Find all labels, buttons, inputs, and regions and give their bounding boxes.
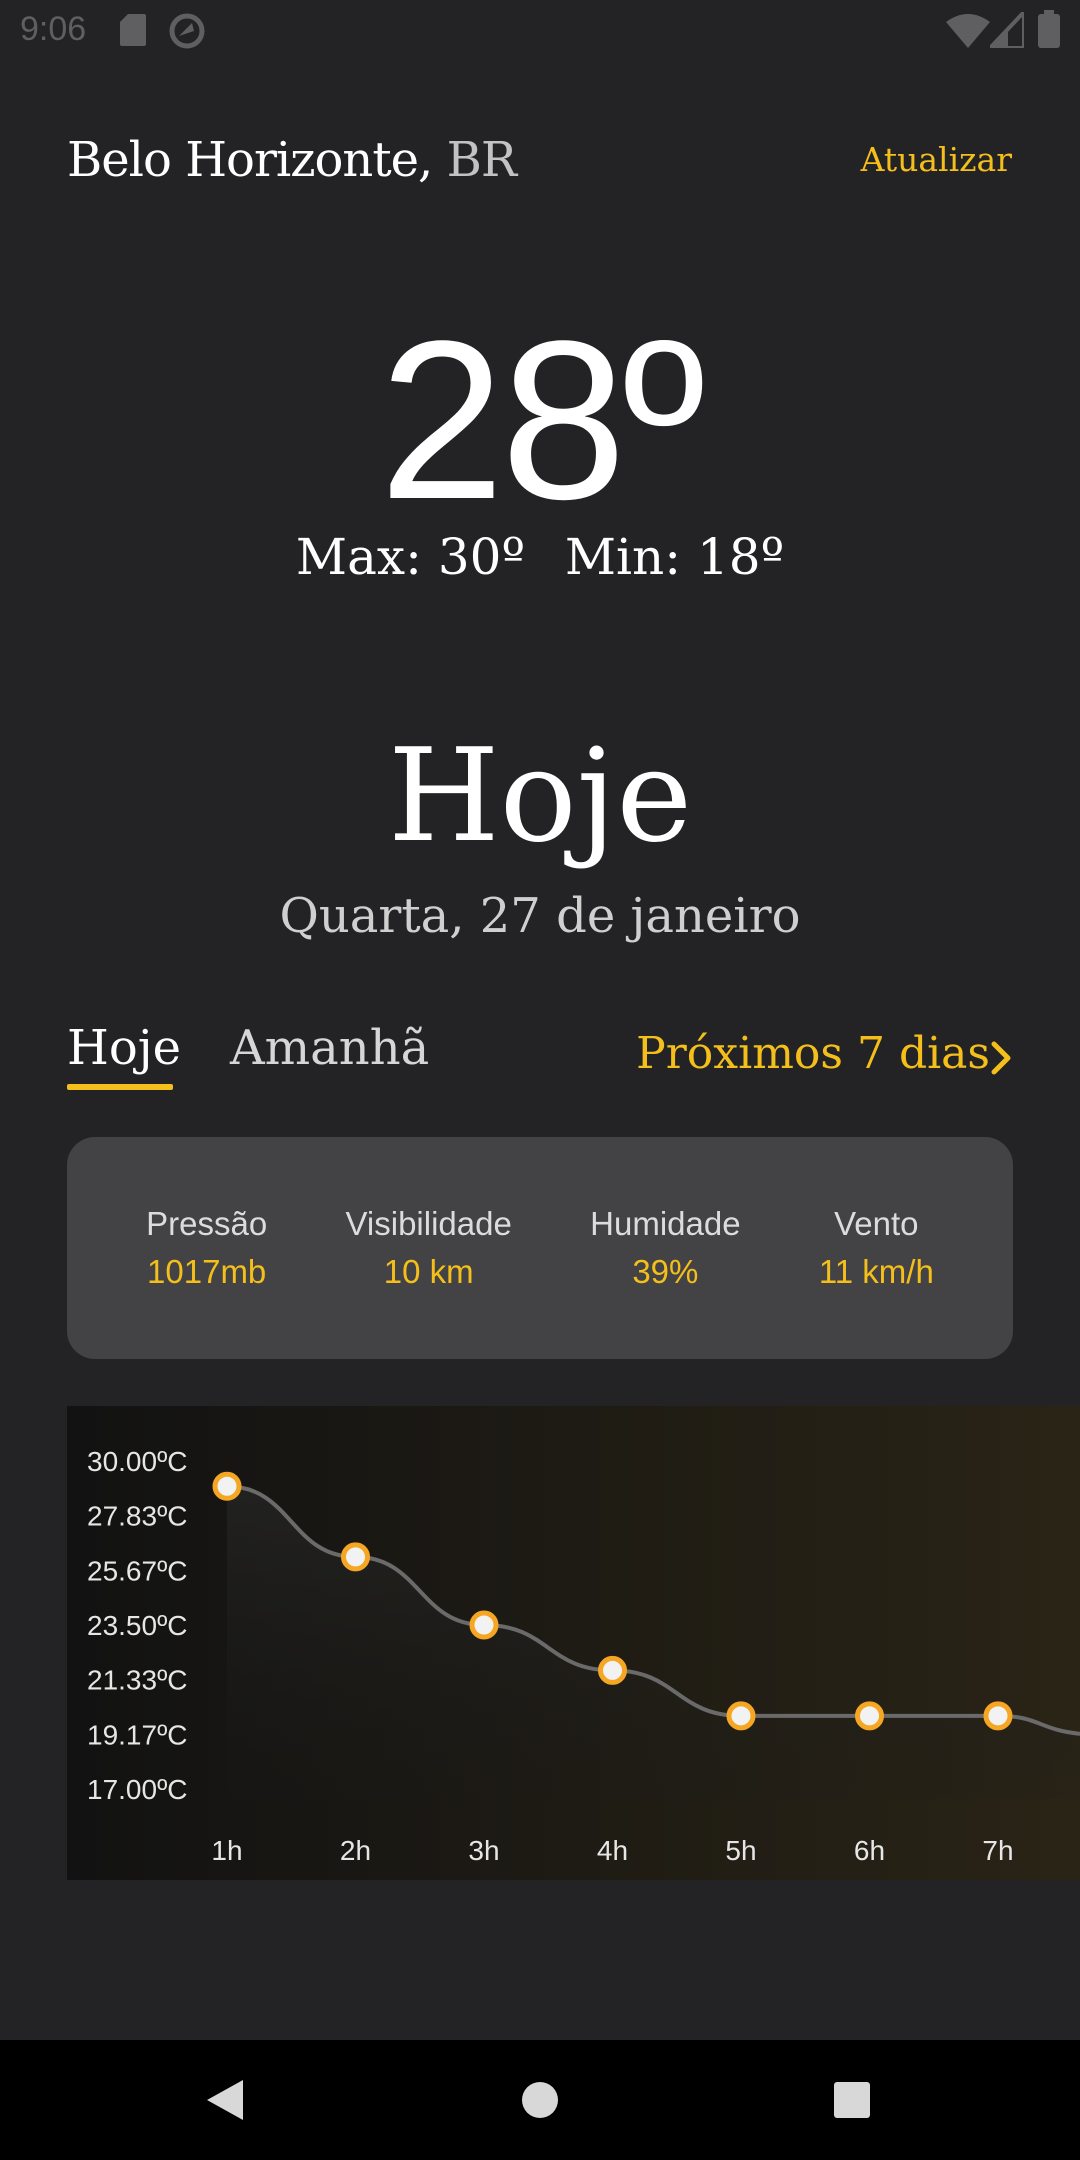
hourly-temperature-chart[interactable]: 30.00ºC 27.83ºC 25.67ºC 23.50ºC 21.33ºC 19.17…	[67, 1406, 1080, 1880]
back-icon[interactable]	[205, 2078, 245, 2122]
active-tab-indicator	[67, 1084, 173, 1090]
current-temperature: 28º	[379, 293, 705, 546]
chart-point	[598, 1655, 627, 1685]
signal-icon	[990, 12, 1024, 48]
battery-icon	[1038, 10, 1060, 48]
weather-details-card: Pressão 1017mb Visibilidade 10 km Humida…	[67, 1137, 1013, 1359]
y-tick-label: 19.17ºC	[87, 1719, 188, 1750]
city-name: Belo Horizonte,	[67, 132, 433, 188]
chart-canvas: 30.00ºC 27.83ºC 25.67ºC 23.50ºC 21.33ºC 19.17…	[67, 1406, 1080, 1880]
detail-pressure: Pressão 1017mb	[146, 1205, 267, 1291]
country-code: BR	[446, 132, 517, 188]
day-date: Quarta, 27 de janeiro	[279, 888, 801, 944]
x-tick-label: 4h	[597, 1835, 628, 1866]
tab-tomorrow[interactable]: Amanhã	[230, 1020, 429, 1076]
recent-apps-icon[interactable]	[833, 2081, 871, 2119]
detail-label: Pressão	[146, 1205, 268, 1242]
status-bar: 9:06	[0, 0, 1080, 62]
x-tick-label: 5h	[725, 1835, 756, 1866]
min-temperature: Min: 18º	[564, 528, 785, 586]
chart-point	[726, 1701, 756, 1731]
x-tick-label: 2h	[340, 1835, 371, 1866]
tab-today[interactable]: Hoje	[67, 1020, 181, 1076]
detail-value: 1017mb	[147, 1253, 267, 1290]
detail-humidity: Humidade 39%	[590, 1205, 740, 1291]
chart-point	[212, 1471, 242, 1501]
max-temperature: Max: 30º	[295, 528, 525, 586]
x-tick-label: 6h	[854, 1835, 885, 1866]
sync-icon	[169, 13, 205, 49]
y-tick-label: 21.33ºC	[87, 1665, 188, 1696]
status-time: 9:06	[20, 10, 87, 48]
next-7-days-link[interactable]: Próximos 7 dias	[636, 1028, 990, 1079]
detail-label: Humidade	[590, 1205, 741, 1242]
chevron-right-icon[interactable]	[990, 1040, 1014, 1076]
y-tick-label: 27.83ºC	[87, 1501, 188, 1532]
detail-value: 39%	[632, 1253, 699, 1290]
detail-value: 11 km/h	[818, 1253, 934, 1290]
x-tick-label: 1h	[211, 1835, 242, 1866]
y-tick-label: 30.00ºC	[87, 1446, 188, 1477]
wifi-icon	[946, 14, 990, 48]
x-tick-label: 3h	[468, 1835, 499, 1866]
y-tick-label: 25.67ºC	[87, 1555, 188, 1586]
min-max-temperature: Max: 30º Min: 18º	[0, 528, 1080, 586]
detail-wind: Vento 11 km/h	[819, 1205, 934, 1291]
y-tick-label: 17.00ºC	[87, 1774, 188, 1805]
location-title: Belo Horizonte, BR	[67, 132, 517, 188]
home-icon[interactable]	[521, 2081, 559, 2119]
detail-label: Vento	[834, 1205, 919, 1242]
x-tick-label: 7h	[982, 1835, 1013, 1866]
sd-card-icon	[120, 14, 146, 46]
refresh-button[interactable]: Atualizar	[861, 140, 1012, 179]
chart-point	[855, 1701, 884, 1731]
detail-value: 10 km	[383, 1253, 474, 1290]
y-tick-label: 23.50ºC	[87, 1610, 188, 1641]
detail-label: Visibilidade	[345, 1205, 512, 1242]
detail-visibility: Visibilidade 10 km	[346, 1205, 512, 1291]
chart-point	[341, 1542, 370, 1572]
chart-point	[983, 1701, 1013, 1731]
chart-point	[469, 1610, 499, 1640]
day-title: Hoje	[387, 722, 693, 871]
